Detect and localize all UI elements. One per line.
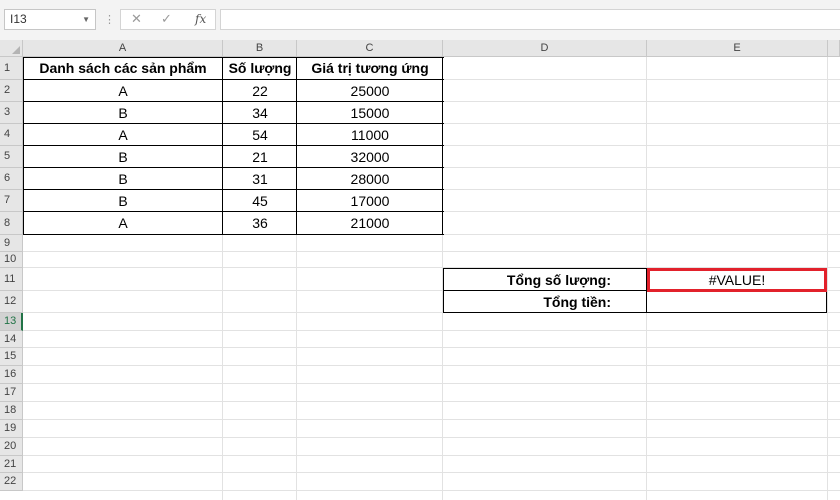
row-header-13[interactable]: 13 bbox=[0, 313, 23, 331]
table-border bbox=[442, 57, 443, 235]
table-cell[interactable]: 32000 bbox=[297, 146, 443, 168]
error-highlight-box bbox=[647, 268, 827, 292]
table-border bbox=[23, 57, 24, 235]
row-header-15[interactable]: 15 bbox=[0, 348, 23, 366]
table-cell[interactable]: 45 bbox=[223, 190, 297, 212]
column-header-B[interactable]: B bbox=[223, 40, 297, 57]
table-border bbox=[23, 167, 444, 168]
table-border bbox=[23, 101, 444, 102]
table-border bbox=[23, 189, 444, 190]
chevron-down-icon[interactable]: ▼ bbox=[82, 10, 90, 29]
grid-line bbox=[23, 365, 840, 366]
table-border bbox=[296, 57, 297, 235]
table-border bbox=[222, 57, 223, 235]
table-cell[interactable]: 22 bbox=[223, 80, 297, 102]
table-cell[interactable]: A bbox=[23, 80, 223, 102]
header-products[interactable]: Danh sách các sản phẩm bbox=[23, 57, 223, 80]
grid-line bbox=[23, 437, 840, 438]
row-header-12[interactable]: 12 bbox=[0, 291, 23, 313]
row-header-21[interactable]: 21 bbox=[0, 456, 23, 473]
total-money-label[interactable]: Tổng tiền: bbox=[443, 291, 647, 313]
table-cell[interactable]: A bbox=[23, 212, 223, 235]
row-header-9[interactable]: 9 bbox=[0, 235, 23, 252]
row-header-20[interactable]: 20 bbox=[0, 438, 23, 456]
table-cell[interactable]: A bbox=[23, 124, 223, 146]
grid-line bbox=[23, 419, 840, 420]
column-header-D[interactable]: D bbox=[443, 40, 647, 57]
row-header-6[interactable]: 6 bbox=[0, 168, 23, 190]
insert-function-icon[interactable]: fx bbox=[195, 12, 206, 26]
table-border bbox=[23, 57, 444, 58]
table-border bbox=[23, 145, 444, 146]
row-header-19[interactable]: 19 bbox=[0, 420, 23, 438]
row-header-4[interactable]: 4 bbox=[0, 124, 23, 146]
grid-line bbox=[23, 490, 840, 491]
table-cell[interactable]: 21000 bbox=[297, 212, 443, 235]
name-box[interactable]: I13 ▼ bbox=[4, 9, 96, 30]
row-header-22[interactable]: 22 bbox=[0, 473, 23, 491]
grid-line bbox=[23, 401, 840, 402]
grid-line bbox=[23, 251, 840, 252]
grid-line bbox=[23, 455, 840, 456]
table-cell[interactable]: 34 bbox=[223, 102, 297, 124]
row-header-14[interactable]: 14 bbox=[0, 331, 23, 348]
column-header-C[interactable]: C bbox=[297, 40, 443, 57]
table-cell[interactable]: 15000 bbox=[297, 102, 443, 124]
table-cell[interactable]: B bbox=[23, 168, 223, 190]
table-cell[interactable]: 11000 bbox=[297, 124, 443, 146]
table-border bbox=[443, 312, 827, 313]
row-header-3[interactable]: 3 bbox=[0, 102, 23, 124]
row-header-2[interactable]: 2 bbox=[0, 80, 23, 102]
table-cell[interactable]: B bbox=[23, 102, 223, 124]
row-header-10[interactable]: 10 bbox=[0, 252, 23, 268]
close-icon[interactable]: ✕ bbox=[131, 11, 142, 27]
column-header-filler[interactable] bbox=[828, 40, 840, 57]
table-cell[interactable]: B bbox=[23, 190, 223, 212]
check-icon[interactable]: ✓ bbox=[161, 11, 172, 27]
formula-input[interactable] bbox=[220, 9, 840, 30]
drag-handle-icon[interactable]: ⋮ bbox=[104, 13, 115, 26]
row-header-17[interactable]: 17 bbox=[0, 384, 23, 402]
row-header-7[interactable]: 7 bbox=[0, 190, 23, 212]
grid-line bbox=[23, 347, 840, 348]
column-header-E[interactable]: E bbox=[647, 40, 828, 57]
total-qty-label[interactable]: Tổng số lượng: bbox=[443, 269, 647, 291]
header-value[interactable]: Giá trị tương ứng bbox=[297, 57, 443, 80]
header-quantity[interactable]: Số lượng bbox=[223, 57, 297, 80]
total-money-value[interactable] bbox=[647, 291, 827, 313]
table-cell[interactable]: 31 bbox=[223, 168, 297, 190]
grid-line bbox=[23, 330, 840, 331]
table-cell[interactable]: 54 bbox=[223, 124, 297, 146]
table-border bbox=[23, 79, 444, 80]
row-header-18[interactable]: 18 bbox=[0, 402, 23, 420]
table-cell[interactable]: B bbox=[23, 146, 223, 168]
table-cell[interactable]: 25000 bbox=[297, 80, 443, 102]
row-header-1[interactable]: 1 bbox=[0, 57, 23, 80]
table-border bbox=[23, 123, 444, 124]
table-border bbox=[23, 211, 444, 212]
table-cell[interactable]: 28000 bbox=[297, 168, 443, 190]
table-border bbox=[443, 268, 444, 313]
row-header-11[interactable]: 11 bbox=[0, 268, 23, 291]
select-all-button[interactable] bbox=[0, 40, 23, 57]
grid-line bbox=[23, 383, 840, 384]
row-header-5[interactable]: 5 bbox=[0, 146, 23, 168]
grid-line bbox=[23, 472, 840, 473]
formula-buttons: ✕ ✓ fx bbox=[120, 9, 216, 30]
column-header-A[interactable]: A bbox=[23, 40, 223, 57]
row-header-8[interactable]: 8 bbox=[0, 212, 23, 235]
name-box-value: I13 bbox=[10, 12, 27, 26]
select-all-icon bbox=[12, 46, 20, 54]
table-cell[interactable]: 17000 bbox=[297, 190, 443, 212]
row-header-16[interactable]: 16 bbox=[0, 366, 23, 384]
table-cell[interactable]: 21 bbox=[223, 146, 297, 168]
table-border bbox=[23, 234, 444, 235]
table-cell[interactable]: 36 bbox=[223, 212, 297, 235]
formula-bar: I13 ▼ ⋮ ✕ ✓ fx bbox=[0, 0, 840, 40]
